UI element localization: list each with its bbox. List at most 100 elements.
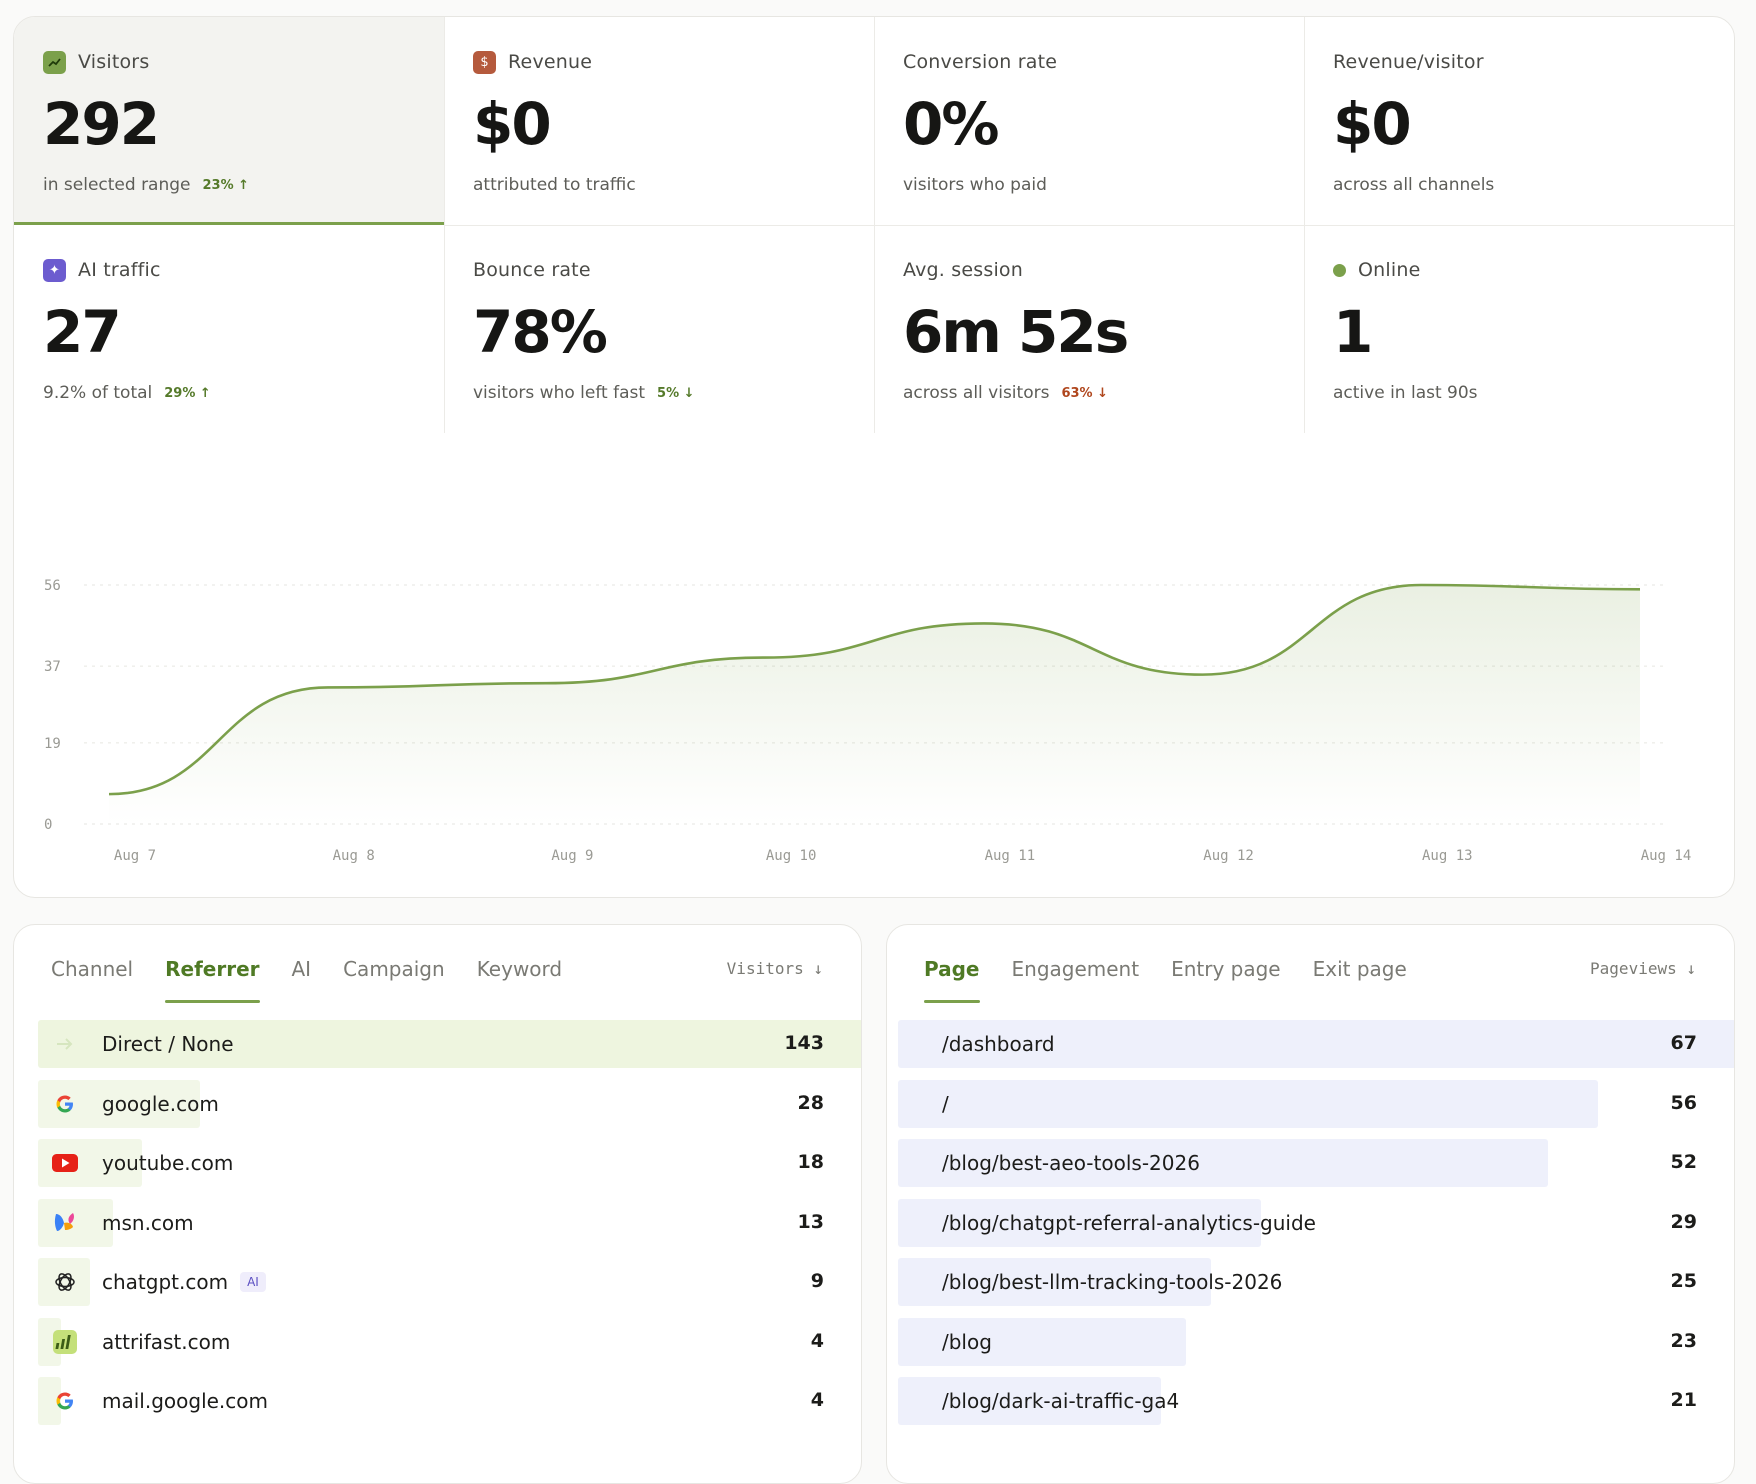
stat-subtext: visitors who paid <box>903 175 1047 195</box>
arrow-right-icon <box>38 1020 91 1068</box>
ai-badge: AI <box>240 1272 266 1292</box>
stat-subtext: attributed to traffic <box>473 175 636 195</box>
divider <box>444 225 1734 226</box>
stat-label: Visitors <box>78 51 150 73</box>
stat-delta: 5% ↓ <box>657 385 695 401</box>
trend-up-icon <box>43 50 66 74</box>
list-item[interactable]: chatgpt.com AI 9 <box>38 1258 861 1318</box>
list-item-label: /blog <box>942 1329 992 1354</box>
x-tick-label: Aug 13 <box>1422 848 1473 864</box>
stat-delta: 23% ↑ <box>202 177 250 193</box>
list-item-value: 4 <box>810 1329 824 1352</box>
tab-page[interactable]: Page <box>924 957 980 1003</box>
stat-label: Bounce rate <box>473 259 591 281</box>
list-item-label: /dashboard <box>942 1032 1055 1056</box>
list-item-value: 143 <box>784 1032 824 1054</box>
sparkle-icon: ✦ <box>43 258 66 282</box>
dollar-icon: $ <box>473 50 496 74</box>
stat-subtext: in selected range <box>43 175 191 195</box>
list-item[interactable]: attrifast.com 4 <box>38 1317 861 1378</box>
tab-entry-page[interactable]: Entry page <box>1171 957 1281 1003</box>
tab-channel[interactable]: Channel <box>51 957 133 1003</box>
list-item-value: 29 <box>1670 1210 1697 1233</box>
stat-delta: 63% ↓ <box>1061 385 1108 401</box>
referrer-list: Direct / None 143 google.com 28 youtube.com 1… <box>38 1020 861 1437</box>
x-tick-label: Aug 9 <box>551 848 593 864</box>
list-item[interactable]: / 56 <box>898 1079 1734 1140</box>
pages-panel: Page Engagement Entry page Exit page Pag… <box>886 924 1735 1484</box>
x-tick-label: Aug 8 <box>333 848 375 864</box>
list-item-label: /blog/best-llm-tracking-tools-2026 <box>942 1270 1283 1294</box>
pages-tabs: Page Engagement Entry page Exit page <box>924 957 1407 1003</box>
stat-online[interactable]: Online 1 active in last 90s <box>1304 225 1734 433</box>
list-item-value: 9 <box>810 1270 824 1292</box>
tab-campaign[interactable]: Campaign <box>343 957 445 1003</box>
tab-keyword[interactable]: Keyword <box>477 957 562 1003</box>
stat-subtext: 9.2% of total <box>43 383 153 403</box>
list-item[interactable]: youtube.com 18 <box>38 1139 861 1199</box>
list-item-value: 25 <box>1670 1270 1697 1292</box>
stat-delta: 29% ↑ <box>164 385 211 401</box>
list-item-label: chatgpt.com AI <box>102 1270 266 1294</box>
tab-referrer[interactable]: Referrer <box>165 957 260 1003</box>
y-tick-label: 37 <box>44 659 61 675</box>
stats-grid: Visitors 292 in selected range 23% ↑ $ Re… <box>14 17 1734 433</box>
list-item[interactable]: msn.com 13 <box>38 1198 861 1259</box>
stat-revenue-per-visitor[interactable]: Revenue/visitor $0 across all channels <box>1304 17 1734 225</box>
list-item-value: 21 <box>1670 1389 1697 1411</box>
stat-bounce-rate[interactable]: Bounce rate 78% visitors who left fast 5%… <box>444 225 874 433</box>
stat-subtext: across all channels <box>1333 175 1495 195</box>
list-item-label: mail.google.com <box>102 1389 269 1413</box>
online-dot-icon <box>1333 263 1346 277</box>
list-item[interactable]: /dashboard 67 <box>898 1020 1734 1080</box>
stat-ai-traffic[interactable]: ✦ AI traffic 27 9.2% of total 29% ↑ <box>14 225 444 433</box>
list-item[interactable]: google.com 28 <box>38 1079 861 1140</box>
sort-by-pageviews-button[interactable]: Pageviews ↓ <box>1590 959 1696 978</box>
visitors-chart: 0 19 37 56 Aug 7 Aug 8 Aug 9 Aug 10 Aug 11 Aug 1… <box>14 433 1734 897</box>
list-item-label: youtube.com <box>102 1151 234 1175</box>
stat-label: AI traffic <box>78 259 161 281</box>
x-tick-label: Aug 7 <box>114 848 156 864</box>
list-item[interactable]: /blog/best-llm-tracking-tools-2026 25 <box>898 1258 1734 1318</box>
stat-label: Revenue <box>508 51 593 73</box>
list-item-value: 67 <box>1670 1032 1697 1054</box>
msn-icon <box>38 1199 91 1247</box>
y-tick-label: 0 <box>44 817 52 833</box>
list-item-label: /blog/chatgpt-referral-analytics-guide <box>942 1210 1316 1235</box>
stat-value: 6m 52s <box>903 298 1129 366</box>
list-item[interactable]: /blog/dark-ai-traffic-ga4 21 <box>898 1377 1734 1437</box>
chatgpt-icon <box>38 1258 91 1306</box>
list-item-label: / <box>942 1091 949 1116</box>
stat-conversion-rate[interactable]: Conversion rate 0% visitors who paid <box>874 17 1304 225</box>
stat-subtext: visitors who left fast <box>473 383 646 403</box>
tab-exit-page[interactable]: Exit page <box>1313 957 1407 1003</box>
value-bar <box>898 1079 1599 1128</box>
tab-ai[interactable]: AI <box>292 957 312 1003</box>
list-item[interactable]: Direct / None 143 <box>38 1020 861 1080</box>
list-item[interactable]: /blog/chatgpt-referral-analytics-guide 29 <box>898 1198 1734 1259</box>
list-item-value: 23 <box>1670 1329 1697 1352</box>
stat-value: 292 <box>43 90 160 158</box>
stat-value: 78% <box>473 298 608 366</box>
visitors-chart-svg: 0 19 37 56 Aug 7 Aug 8 Aug 9 Aug 10 Aug 11 Aug 1… <box>44 578 1691 864</box>
sort-by-visitors-button[interactable]: Visitors ↓ <box>727 959 823 978</box>
overview-card: Visitors 292 in selected range 23% ↑ $ Re… <box>13 16 1735 898</box>
attrifast-icon <box>38 1318 91 1366</box>
referrer-tabs: Channel Referrer AI Campaign Keyword <box>51 957 562 1003</box>
x-tick-label: Aug 12 <box>1203 848 1254 864</box>
google-icon <box>38 1080 91 1128</box>
tab-engagement[interactable]: Engagement <box>1012 957 1140 1003</box>
pages-list: /dashboard 67 / 56/blog/best-aeo-tools-2026… <box>898 1020 1734 1437</box>
list-item[interactable]: mail.google.com 4 <box>38 1377 861 1437</box>
list-item[interactable]: /blog/best-aeo-tools-2026 52 <box>898 1139 1734 1199</box>
stat-label: Revenue/visitor <box>1333 51 1484 73</box>
list-item-value: 13 <box>797 1210 824 1233</box>
list-item[interactable]: /blog 23 <box>898 1317 1734 1378</box>
list-item-label: google.com <box>102 1091 219 1116</box>
stat-visitors[interactable]: Visitors 292 in selected range 23% ↑ <box>14 17 444 225</box>
list-item-value: 28 <box>797 1091 824 1114</box>
stat-avg-session[interactable]: Avg. session 6m 52s across all visitors 6… <box>874 225 1304 433</box>
stat-revenue[interactable]: $ Revenue $0 attributed to traffic <box>444 17 874 225</box>
stat-label: Avg. session <box>903 259 1023 281</box>
x-tick-label: Aug 10 <box>766 848 817 864</box>
